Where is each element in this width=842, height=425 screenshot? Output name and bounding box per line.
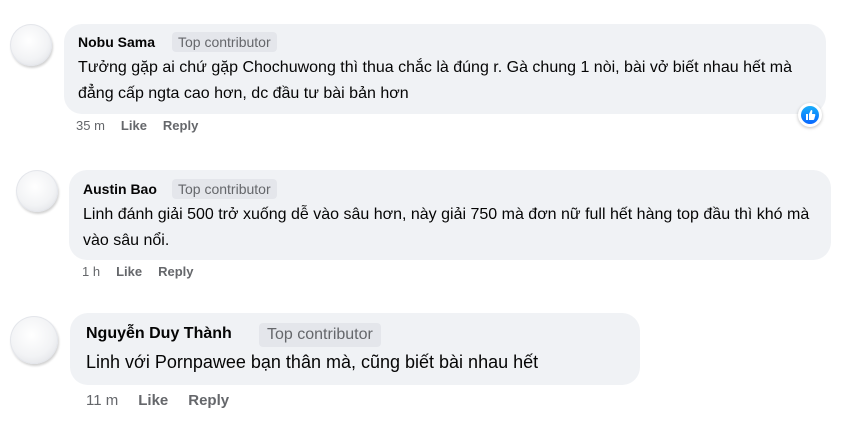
- top-contributor-badge: Top contributor: [172, 179, 277, 199]
- like-button[interactable]: Like: [121, 118, 147, 133]
- comment-timestamp[interactable]: 35 m: [76, 118, 105, 133]
- comment-meta: 1 h Like Reply: [82, 264, 210, 279]
- avatar[interactable]: [16, 170, 58, 212]
- like-button[interactable]: Like: [116, 264, 142, 279]
- top-contributor-badge: Top contributor: [259, 323, 381, 347]
- comment-author[interactable]: Nguyễn Duy Thành: [86, 325, 232, 343]
- thumbs-up-icon[interactable]: [798, 103, 822, 127]
- reply-button[interactable]: Reply: [158, 264, 193, 279]
- avatar[interactable]: [10, 316, 58, 364]
- comment-meta: 35 m Like Reply: [76, 118, 214, 133]
- comment-timestamp[interactable]: 11 m: [86, 392, 118, 409]
- comment-text: Tưởng gặp ai chứ gặp Chochuwong thì thua…: [78, 59, 792, 102]
- avatar[interactable]: [10, 24, 52, 66]
- comment-author[interactable]: Nobu Sama: [78, 34, 155, 50]
- comment-author[interactable]: Austin Bao: [83, 181, 157, 197]
- comment-text: Linh với Pornpawee bạn thân mà, cũng biế…: [86, 352, 539, 372]
- top-contributor-badge: Top contributor: [172, 32, 277, 52]
- reply-button[interactable]: Reply: [188, 392, 229, 409]
- reply-button[interactable]: Reply: [163, 118, 198, 133]
- comment-text: Linh đánh giải 500 trở xuống dễ vào sâu …: [83, 206, 810, 249]
- comment-meta: 11 m Like Reply: [86, 392, 245, 409]
- comment-timestamp[interactable]: 1 h: [82, 264, 100, 279]
- like-button[interactable]: Like: [138, 392, 168, 409]
